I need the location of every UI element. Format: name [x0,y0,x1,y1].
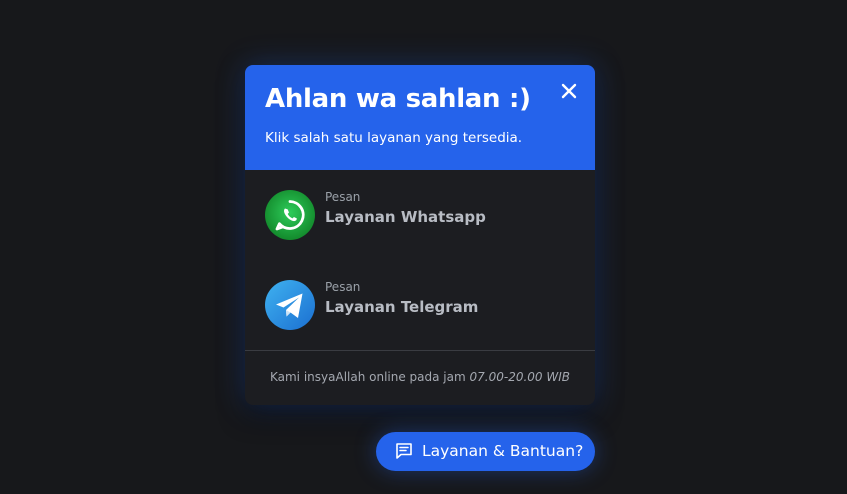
popup-title: Ahlan wa sahlan :) [265,84,531,114]
contact-whatsapp[interactable]: Pesan Layanan Whatsapp [245,175,595,255]
close-icon [561,83,577,99]
online-hours-prefix: Kami insyaAllah online pada jam [269,370,466,384]
contact-telegram-caption: Pesan [325,280,361,294]
telegram-icon [265,280,315,330]
page-background: Ahlan wa sahlan :) Klik salah satu layan… [0,0,847,494]
popup-subtitle: Klik salah satu layanan yang tersedia. [265,130,523,146]
popup-header: Ahlan wa sahlan :) Klik salah satu layan… [245,65,595,170]
online-hours-note: Kami insyaAllah online pada jam 07.00-20… [245,370,595,384]
whatsapp-icon [265,190,315,240]
contact-telegram-name: Layanan Telegram [325,298,479,316]
contact-whatsapp-caption: Pesan [325,190,361,204]
contact-telegram[interactable]: Pesan Layanan Telegram [245,265,595,345]
online-hours-value: 07.00-20.00 WIB [469,370,571,384]
contact-whatsapp-name: Layanan Whatsapp [325,208,486,226]
close-button[interactable] [557,79,581,103]
support-popup: Ahlan wa sahlan :) Klik salah satu layan… [245,65,595,405]
help-button[interactable]: Layanan & Bantuan? [376,432,595,471]
popup-divider [245,350,595,351]
chat-icon [396,443,412,459]
help-button-label: Layanan & Bantuan? [422,442,584,460]
